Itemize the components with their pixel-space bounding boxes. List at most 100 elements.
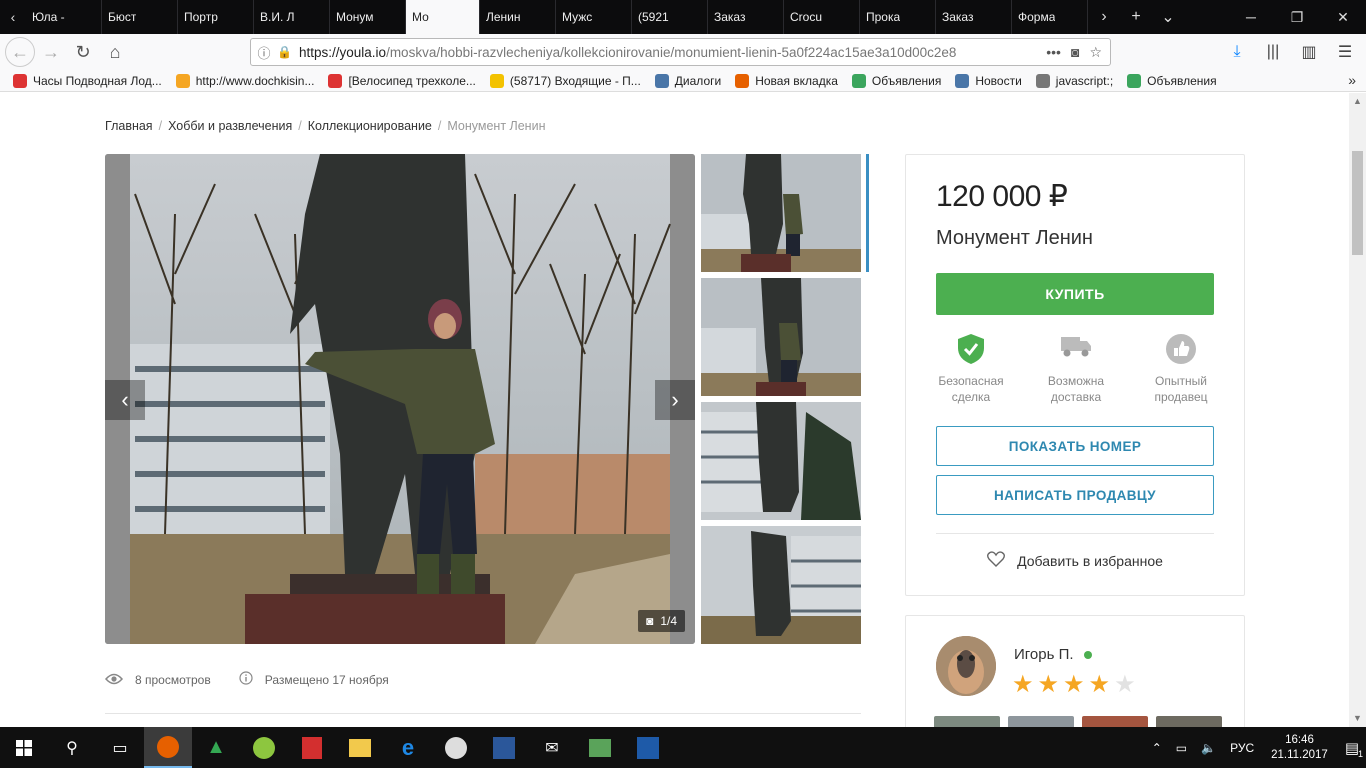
avatar[interactable] [936, 636, 996, 696]
breadcrumb-collecting[interactable]: Коллекционирование [308, 119, 432, 133]
mail-taskbar-icon[interactable]: ✉ [528, 727, 576, 768]
tab-scroll-left-icon[interactable]: ‹ [0, 0, 26, 34]
bookmark-item[interactable]: http://www.dochkisin... [169, 73, 322, 88]
seller-listing-thumbnail[interactable] [934, 716, 1000, 727]
home-button[interactable]: ⌂ [99, 36, 131, 68]
edge-taskbar-icon[interactable]: e [384, 727, 432, 768]
tab-list-dropdown-icon[interactable]: ⌄ [1152, 7, 1184, 27]
app-green-taskbar-icon[interactable] [240, 727, 288, 768]
seller-listing-thumbnail[interactable] [1008, 716, 1074, 727]
tab-scroll-right-icon[interactable]: › [1088, 8, 1120, 26]
browser-tab[interactable]: В.И. Л [30, 0, 330, 412]
notifications-icon[interactable]: ▤ 1 [1338, 739, 1366, 759]
thumbnail-list [701, 154, 861, 650]
input-language[interactable]: РУС [1223, 741, 1261, 755]
library-icon[interactable]: ||| [1258, 36, 1288, 68]
browser-tab-strip: ‹ Юла - Бюст Портр В.И. Л Монум Мо Ленин Мужс (5… [0, 0, 1366, 412]
xbox-taskbar-icon[interactable] [432, 727, 480, 768]
task-view-icon[interactable]: ▭ [96, 727, 144, 768]
scrollbar-thumb[interactable] [1352, 151, 1363, 255]
breadcrumb-hobbies[interactable]: Хобби и развлечения [168, 119, 292, 133]
back-button[interactable]: ← [5, 37, 35, 67]
scroll-down-icon[interactable]: ▼ [1349, 710, 1366, 727]
page-actions-icon[interactable]: ••• [1046, 44, 1061, 61]
bookmark-item[interactable]: Часы Подводная Лод... [6, 73, 169, 88]
browser-tab[interactable]: Монум [30, 0, 406, 412]
seller-listing-thumbnail[interactable] [1156, 716, 1222, 727]
browser-tab[interactable]: Заказ [30, 0, 1012, 412]
bookmarks-overflow-icon[interactable]: » [1348, 72, 1356, 88]
truck-icon [1031, 333, 1121, 369]
feature-list: Безопасная сделка Возможна доставка Опыт… [926, 333, 1226, 405]
bookmark-item[interactable]: javascript:; [1029, 73, 1120, 88]
forward-button[interactable]: → [35, 36, 67, 68]
windows-start-icon[interactable] [0, 727, 48, 768]
main-photo[interactable]: ‹ › ◙ 1/4 [105, 154, 695, 644]
bookmark-star-icon[interactable]: ☆ [1089, 44, 1102, 61]
pocket-icon[interactable]: ◙ [1071, 44, 1079, 61]
show-number-button[interactable]: ПОКАЗАТЬ НОМЕР [936, 426, 1214, 466]
google-drive-taskbar-icon[interactable]: ▲ [192, 727, 240, 768]
site-info-icon[interactable]: ⓘ [251, 43, 277, 62]
tray-overflow-icon[interactable]: ⌃ [1145, 741, 1169, 755]
network-icon[interactable]: ▭ [1169, 741, 1194, 755]
browser-tab[interactable]: Форма [30, 0, 1088, 412]
thumbnail-4[interactable] [701, 526, 861, 644]
clock[interactable]: 16:46 21.11.2017 [1261, 733, 1338, 763]
buy-button[interactable]: КУПИТЬ [936, 273, 1214, 315]
url-text[interactable]: https://youla.io/moskva/hobbi-razvlechen… [293, 45, 1046, 60]
download-icon[interactable]: ⤓ [1222, 36, 1252, 68]
seller-listing-thumbnail[interactable] [1082, 716, 1148, 727]
views-info: 8 просмотров [104, 672, 211, 688]
bookmark-item[interactable]: (58717) Входящие - П... [483, 73, 648, 88]
close-window-icon[interactable]: ✕ [1320, 0, 1366, 34]
bookmark-favicon-icon [654, 73, 669, 88]
bookmark-item[interactable]: Объявления [845, 73, 948, 88]
browser-tab[interactable]: Crocu [30, 0, 860, 412]
photo-prev-button[interactable]: ‹ [105, 380, 145, 420]
window-controls: ─ ❐ ✕ [1228, 0, 1366, 34]
reload-button[interactable]: ↻ [67, 36, 99, 68]
acrobat-taskbar-icon[interactable] [288, 727, 336, 768]
firefox-taskbar-icon[interactable] [144, 727, 192, 768]
bookmark-item[interactable]: Новости [948, 73, 1028, 88]
thumbnail-1[interactable] [701, 154, 861, 272]
scroll-up-icon[interactable]: ▲ [1349, 93, 1366, 110]
photo-next-button[interactable]: › [655, 380, 695, 420]
menu-icon[interactable]: ☰ [1330, 36, 1360, 68]
thumbnail-2[interactable] [701, 278, 861, 396]
file-explorer-taskbar-icon[interactable] [336, 727, 384, 768]
scanner-taskbar-icon[interactable] [624, 727, 672, 768]
bookmark-item[interactable]: Объявления [1120, 73, 1223, 88]
browser-tab[interactable]: Юла - [26, 0, 102, 412]
bookmark-label: Новости [975, 73, 1022, 88]
thumbnail-3[interactable] [701, 402, 861, 520]
page-scrollbar[interactable]: ▲ ▼ [1349, 93, 1366, 727]
browser-tab[interactable]: Мо [30, 0, 480, 412]
bookmark-item[interactable]: Новая вкладка [728, 73, 845, 88]
bookmark-item[interactable]: Диалоги [648, 73, 728, 88]
volume-icon[interactable]: 🔈 [1194, 741, 1223, 755]
address-bar[interactable]: ⓘ 🔒 https://youla.io/moskva/hobbi-razvle… [250, 38, 1111, 66]
new-tab-icon[interactable]: + [1120, 8, 1152, 26]
sidebar-icon[interactable]: ▥ [1294, 36, 1324, 68]
web-page: Главная / Хобби и развлечения / Коллекци… [0, 93, 1366, 727]
avatar-image [936, 636, 996, 696]
write-seller-button[interactable]: НАПИСАТЬ ПРОДАВЦУ [936, 475, 1214, 515]
browser-tab[interactable]: Портр [30, 0, 254, 412]
browser-tab[interactable]: (5921 [30, 0, 708, 412]
photos-taskbar-icon[interactable] [576, 727, 624, 768]
search-icon[interactable]: ⚲ [48, 727, 96, 768]
add-to-favorites-button[interactable]: Добавить в избранное [936, 551, 1214, 570]
browser-tab[interactable]: Бюст [30, 0, 178, 412]
browser-tab[interactable]: Ленин [30, 0, 556, 412]
restore-icon[interactable]: ❐ [1274, 0, 1320, 34]
breadcrumb-home[interactable]: Главная [105, 119, 153, 133]
seller-name[interactable]: Игорь П. [1014, 646, 1092, 663]
minimize-icon[interactable]: ─ [1228, 0, 1274, 34]
browser-tab[interactable]: Прока [30, 0, 936, 412]
word-taskbar-icon[interactable] [480, 727, 528, 768]
bookmark-item[interactable]: [Велосипед трехколе... [321, 73, 482, 88]
browser-tab[interactable]: Заказ [30, 0, 784, 412]
browser-tab[interactable]: Мужс [30, 0, 632, 412]
